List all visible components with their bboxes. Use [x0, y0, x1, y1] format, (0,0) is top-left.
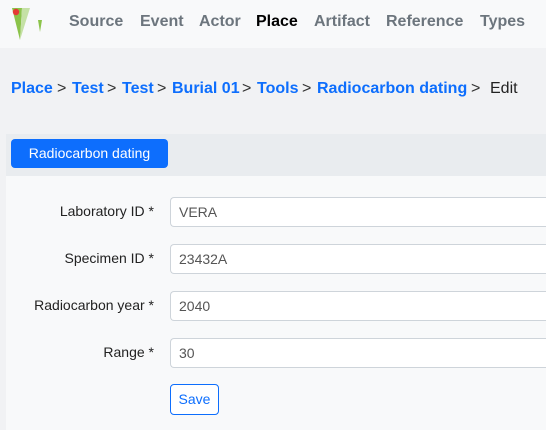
breadcrumb-place-link[interactable]: Place [11, 80, 53, 98]
breadcrumb-current: Edit [490, 80, 518, 97]
breadcrumb-separator: > [242, 80, 252, 97]
nav-item-source[interactable]: Source [69, 13, 123, 31]
breadcrumb: Place > Test > Test > Burial 01 > Tools … [0, 74, 546, 104]
breadcrumb-test-link[interactable]: Test [72, 80, 104, 98]
breadcrumb-radiocarbon-link[interactable]: Radiocarbon dating [317, 80, 467, 98]
range-input[interactable] [170, 338, 546, 368]
form-panel: Radiocarbon dating Laboratory ID * Speci… [6, 134, 546, 430]
breadcrumb-test-link[interactable]: Test [122, 80, 154, 98]
save-button[interactable]: Save [170, 384, 219, 415]
breadcrumb-separator: > [107, 80, 117, 97]
nav-item-reference[interactable]: Reference [386, 13, 463, 31]
nav-item-types[interactable]: Types [480, 13, 525, 31]
breadcrumb-separator: > [471, 80, 481, 97]
breadcrumb-separator: > [157, 80, 167, 97]
breadcrumb-separator: > [57, 80, 67, 97]
specimen-id-input[interactable] [170, 244, 546, 274]
breadcrumb-tools-link[interactable]: Tools [257, 80, 298, 98]
panel-header: Radiocarbon dating [6, 134, 546, 176]
laboratory-id-label: Laboratory ID * [59, 203, 154, 219]
specimen-id-label: Specimen ID * [64, 250, 154, 266]
radiocarbon-year-label: Radiocarbon year * [34, 297, 154, 313]
radiocarbon-year-input[interactable] [170, 291, 546, 321]
nav-item-place[interactable]: Place [256, 13, 298, 31]
nav-item-event[interactable]: Event [140, 13, 184, 31]
tab-radiocarbon-dating[interactable]: Radiocarbon dating [11, 139, 168, 168]
breadcrumb-burial-link[interactable]: Burial 01 [172, 80, 240, 98]
range-label: Range * [103, 344, 154, 360]
nav-item-actor[interactable]: Actor [199, 13, 241, 31]
laboratory-id-input[interactable] [170, 197, 546, 227]
breadcrumb-separator: > [302, 80, 312, 97]
top-navbar: Source Event Actor Place Artifact Refere… [0, 0, 546, 48]
nav-item-artifact[interactable]: Artifact [314, 13, 370, 31]
logo-icon[interactable] [10, 6, 46, 42]
